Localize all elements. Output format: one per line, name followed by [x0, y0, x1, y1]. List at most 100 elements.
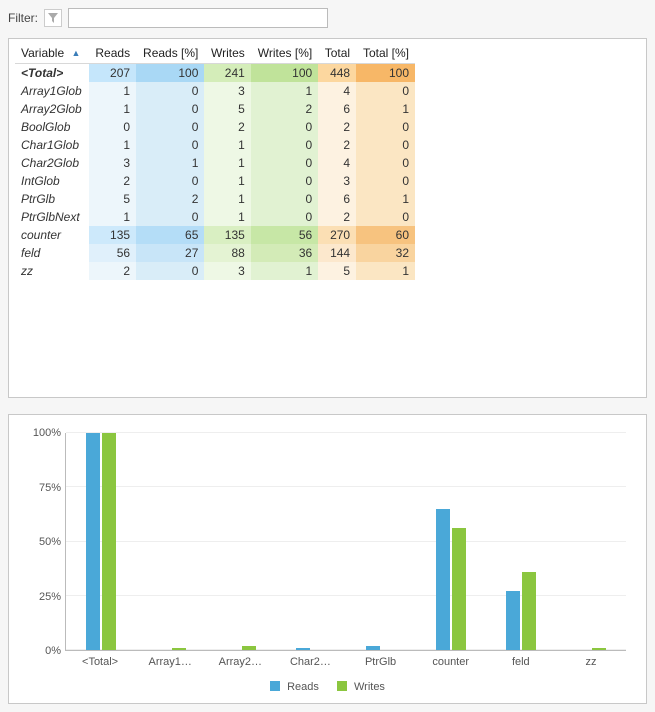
cell-total_pct: 0 — [356, 208, 415, 226]
cell-total_pct: 1 — [356, 262, 415, 280]
cell-writes: 1 — [204, 190, 250, 208]
bar-writes — [172, 648, 186, 650]
cell-reads_pct: 0 — [136, 100, 204, 118]
cell-reads: 207 — [89, 64, 136, 83]
cell-total: 144 — [318, 244, 356, 262]
cell-reads_pct: 2 — [136, 190, 204, 208]
col-total[interactable]: Total — [318, 43, 356, 64]
table-row[interactable]: PtrGlbNext101020 — [15, 208, 415, 226]
col-variable[interactable]: Variable ▲ — [15, 43, 89, 64]
cell-reads_pct: 65 — [136, 226, 204, 244]
bar-writes — [242, 646, 256, 650]
cell-total: 448 — [318, 64, 356, 83]
cell-total: 5 — [318, 262, 356, 280]
bar-writes — [102, 433, 116, 650]
cell-writes_pct: 0 — [251, 118, 318, 136]
cell-writes_pct: 1 — [251, 82, 318, 100]
col-reads[interactable]: Reads — [89, 43, 136, 64]
sort-asc-icon: ▲ — [71, 48, 80, 58]
cell-reads: 5 — [89, 190, 136, 208]
cell-reads: 3 — [89, 154, 136, 172]
table-row[interactable]: Char1Glob101020 — [15, 136, 415, 154]
cell-writes: 3 — [204, 262, 250, 280]
col-writes[interactable]: Writes — [204, 43, 250, 64]
table-header-row: Variable ▲ Reads Reads [%] Writes Writes… — [15, 43, 415, 64]
table-row[interactable]: feld5627883614432 — [15, 244, 415, 262]
cell-total_pct: 0 — [356, 136, 415, 154]
cell-reads: 1 — [89, 208, 136, 226]
cell-name: PtrGlbNext — [15, 208, 89, 226]
cell-reads_pct: 0 — [136, 208, 204, 226]
cell-total_pct: 0 — [356, 82, 415, 100]
table-row[interactable]: IntGlob201030 — [15, 172, 415, 190]
legend-reads-swatch — [270, 681, 280, 691]
table-row[interactable]: PtrGlb521061 — [15, 190, 415, 208]
cell-reads_pct: 27 — [136, 244, 204, 262]
bar-writes — [522, 572, 536, 650]
cell-total_pct: 1 — [356, 190, 415, 208]
cell-name: BoolGlob — [15, 118, 89, 136]
cell-writes: 3 — [204, 82, 250, 100]
cell-writes_pct: 56 — [251, 226, 318, 244]
cell-writes_pct: 0 — [251, 172, 318, 190]
bar-reads — [86, 433, 100, 650]
cell-reads: 1 — [89, 82, 136, 100]
legend-writes-label: Writes — [354, 681, 385, 693]
bar-reads — [506, 591, 520, 650]
cell-reads_pct: 0 — [136, 172, 204, 190]
legend-reads: Reads — [270, 681, 319, 693]
cell-writes_pct: 36 — [251, 244, 318, 262]
cell-total: 2 — [318, 136, 356, 154]
col-total-pct[interactable]: Total [%] — [356, 43, 415, 64]
bar-group — [66, 433, 136, 650]
cell-total: 2 — [318, 118, 356, 136]
cell-total_pct: 100 — [356, 64, 415, 83]
cell-name: feld — [15, 244, 89, 262]
cell-name: Array1Glob — [15, 82, 89, 100]
table-row[interactable]: Char2Glob311040 — [15, 154, 415, 172]
bar-group — [416, 433, 486, 650]
bar-group — [346, 433, 416, 650]
cell-reads_pct: 0 — [136, 262, 204, 280]
bar-group — [556, 433, 626, 650]
y-tick-label: 50% — [19, 536, 61, 548]
cell-total_pct: 1 — [356, 100, 415, 118]
table-row[interactable]: counter135651355627060 — [15, 226, 415, 244]
x-tick-label: feld — [486, 653, 556, 673]
cell-writes_pct: 0 — [251, 136, 318, 154]
y-tick-label: 100% — [19, 427, 61, 439]
cell-writes_pct: 0 — [251, 154, 318, 172]
table-row[interactable]: zz203151 — [15, 262, 415, 280]
table-row[interactable]: BoolGlob002020 — [15, 118, 415, 136]
cell-name: <Total> — [15, 64, 89, 83]
col-writes-pct[interactable]: Writes [%] — [251, 43, 318, 64]
cell-reads: 1 — [89, 136, 136, 154]
cell-reads_pct: 0 — [136, 136, 204, 154]
filter-row: Filter: — [8, 8, 647, 28]
cell-reads: 1 — [89, 100, 136, 118]
cell-total: 4 — [318, 154, 356, 172]
chart-panel: 0%25%50%75%100% <Total>Array1…Array2…Cha… — [8, 414, 647, 704]
table-row[interactable]: Array1Glob103140 — [15, 82, 415, 100]
filter-input[interactable] — [68, 8, 328, 28]
filter-label: Filter: — [8, 11, 38, 25]
col-reads-pct[interactable]: Reads [%] — [136, 43, 204, 64]
table-row[interactable]: <Total>207100241100448100 — [15, 64, 415, 83]
cell-total_pct: 0 — [356, 118, 415, 136]
cell-total: 6 — [318, 100, 356, 118]
x-tick-label: counter — [416, 653, 486, 673]
cell-name: Array2Glob — [15, 100, 89, 118]
cell-total: 6 — [318, 190, 356, 208]
cell-writes: 88 — [204, 244, 250, 262]
x-tick-label: Array1… — [135, 653, 205, 673]
cell-writes: 1 — [204, 154, 250, 172]
funnel-icon[interactable] — [44, 9, 62, 27]
legend-reads-label: Reads — [287, 681, 319, 693]
chart-legend: Reads Writes — [19, 673, 636, 695]
cell-writes_pct: 0 — [251, 208, 318, 226]
cell-total_pct: 0 — [356, 172, 415, 190]
cell-name: PtrGlb — [15, 190, 89, 208]
table-row[interactable]: Array2Glob105261 — [15, 100, 415, 118]
cell-writes_pct: 2 — [251, 100, 318, 118]
x-tick-label: PtrGlb — [346, 653, 416, 673]
